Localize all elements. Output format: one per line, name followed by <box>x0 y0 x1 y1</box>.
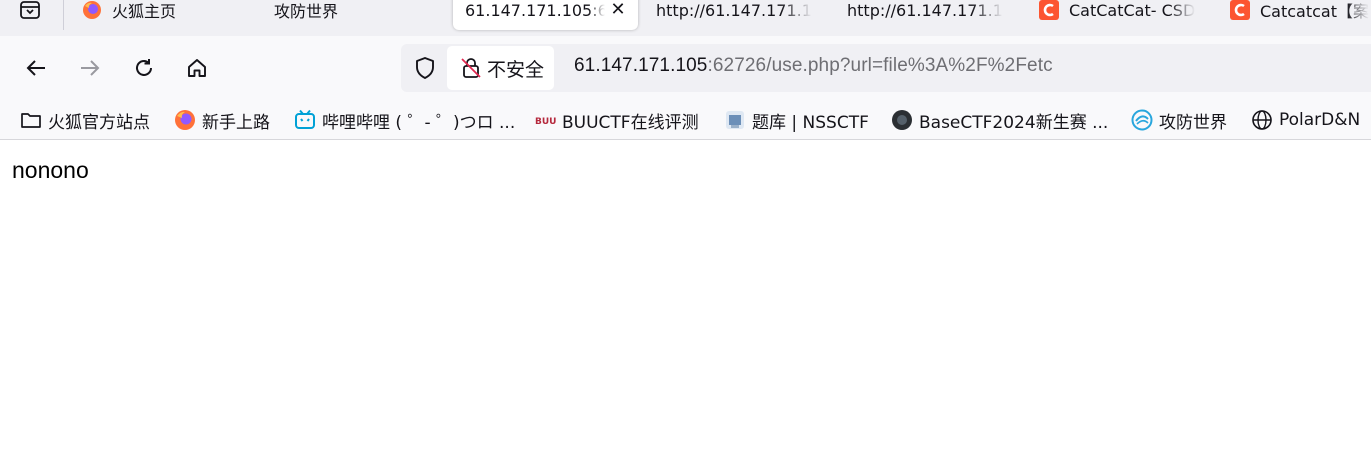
basectf-icon <box>891 109 913 131</box>
bookmark-getting-started[interactable]: 新手上路 <box>174 106 270 134</box>
reload-button[interactable] <box>126 50 162 86</box>
tracking-protection-button[interactable] <box>409 52 441 84</box>
bookmark-label: 新手上路 <box>202 112 270 133</box>
shield-icon <box>416 57 434 79</box>
insecure-label: 不安全 <box>487 58 545 81</box>
bookmark-firefox-official[interactable]: 火狐官方站点 <box>20 106 150 134</box>
tab-csdn-catcatcat-2[interactable]: Catcatcat【案 <box>1230 0 1371 30</box>
home-icon <box>188 59 206 77</box>
tab-title: 61.147.171.105:6 <box>465 0 605 20</box>
address-bar[interactable]: 不安全 61.147.171.105:62726/use.php?url=fil… <box>401 44 1371 92</box>
bookmark-label: BaseCTF2024新生赛 ... <box>919 112 1109 133</box>
bookmark-nssctf[interactable]: 题库 | NSSCTF <box>724 106 869 134</box>
page-body-text: nonono <box>12 157 89 183</box>
adworld-icon <box>1131 109 1153 131</box>
bookmark-label: BUUCTF在线评测 <box>562 112 699 133</box>
tab-title: CatCatCat- CSD <box>1069 0 1196 20</box>
list-all-tabs-button[interactable] <box>14 0 46 26</box>
reload-icon <box>136 59 152 76</box>
arrow-right-icon <box>81 60 100 76</box>
tab-http-2[interactable]: http://61.147.171.1 <box>847 0 1011 30</box>
folder-icon <box>20 109 42 131</box>
bilibili-icon <box>294 109 316 131</box>
bookmark-label: 题库 | NSSCTF <box>752 112 869 133</box>
home-button[interactable] <box>179 50 215 86</box>
tab-http-1[interactable]: http://61.147.171.1 <box>656 0 820 30</box>
bookmark-label: 火狐官方站点 <box>48 112 150 133</box>
svg-text:BUU: BUU <box>535 117 556 127</box>
nssctf-icon <box>724 109 746 131</box>
tab-title: Catcatcat【案 <box>1260 2 1370 21</box>
page-content: nonono <box>0 141 1371 470</box>
close-tab-icon[interactable]: ✕ <box>609 1 627 19</box>
tab-strip: 火狐主页 攻防世界 61.147.171.105:6 ✕ http://61.1… <box>0 0 1371 36</box>
tab-firefox-home[interactable]: 火狐主页 <box>82 0 232 30</box>
connection-insecure-indicator[interactable]: 不安全 <box>447 46 555 90</box>
tab-adworld[interactable]: 攻防世界 <box>274 0 394 30</box>
bookmark-label: PolarD&N <box>1279 110 1361 130</box>
navigation-toolbar: 不安全 61.147.171.105:62726/use.php?url=fil… <box>0 36 1371 100</box>
tab-title: 火狐主页 <box>112 2 177 21</box>
csdn-icon <box>1230 0 1250 20</box>
globe-icon <box>1251 109 1273 131</box>
bookmark-polardn[interactable]: PolarD&N <box>1251 106 1360 134</box>
tab-title: http://61.147.171.1 <box>847 0 1003 20</box>
tab-list-icon <box>20 1 40 19</box>
buuctf-icon: BUU <box>534 109 556 131</box>
url-host: 61.147.171.105 <box>574 55 708 76</box>
csdn-icon <box>1039 0 1059 20</box>
bookmarks-toolbar: 火狐官方站点 新手上路 哔哩哔哩 ( ゜- ゜)つロ ... BUU BUUCT… <box>0 100 1371 140</box>
firefox-icon <box>174 109 196 131</box>
tab-title: http://61.147.171.1 <box>656 0 812 20</box>
bookmark-label: 哔哩哔哩 ( ゜- ゜)つロ ... <box>322 112 516 133</box>
url-input[interactable]: 61.147.171.105:62726/use.php?url=file%3A… <box>574 55 1053 77</box>
bookmark-bilibili[interactable]: 哔哩哔哩 ( ゜- ゜)つロ ... <box>294 106 515 134</box>
bookmark-buuctf[interactable]: BUU BUUCTF在线评测 <box>534 106 699 134</box>
forward-button[interactable] <box>72 50 108 86</box>
insecure-lock-icon <box>459 56 483 80</box>
bookmark-adworld[interactable]: 攻防世界 <box>1131 106 1227 134</box>
back-button[interactable] <box>18 50 54 86</box>
bookmark-label: 攻防世界 <box>1159 112 1227 133</box>
tab-separator <box>63 0 64 30</box>
tab-active-current[interactable]: 61.147.171.105:6 ✕ <box>453 0 638 30</box>
arrow-left-icon <box>26 60 45 76</box>
bookmark-basectf[interactable]: BaseCTF2024新生赛 ... <box>891 106 1108 134</box>
url-path: :62726/use.php?url=file%3A%2F%2Fetc <box>707 55 1053 76</box>
firefox-icon <box>82 0 102 20</box>
tab-csdn-catcatcat[interactable]: CatCatCat- CSD <box>1039 0 1205 30</box>
tab-title: 攻防世界 <box>274 2 339 21</box>
